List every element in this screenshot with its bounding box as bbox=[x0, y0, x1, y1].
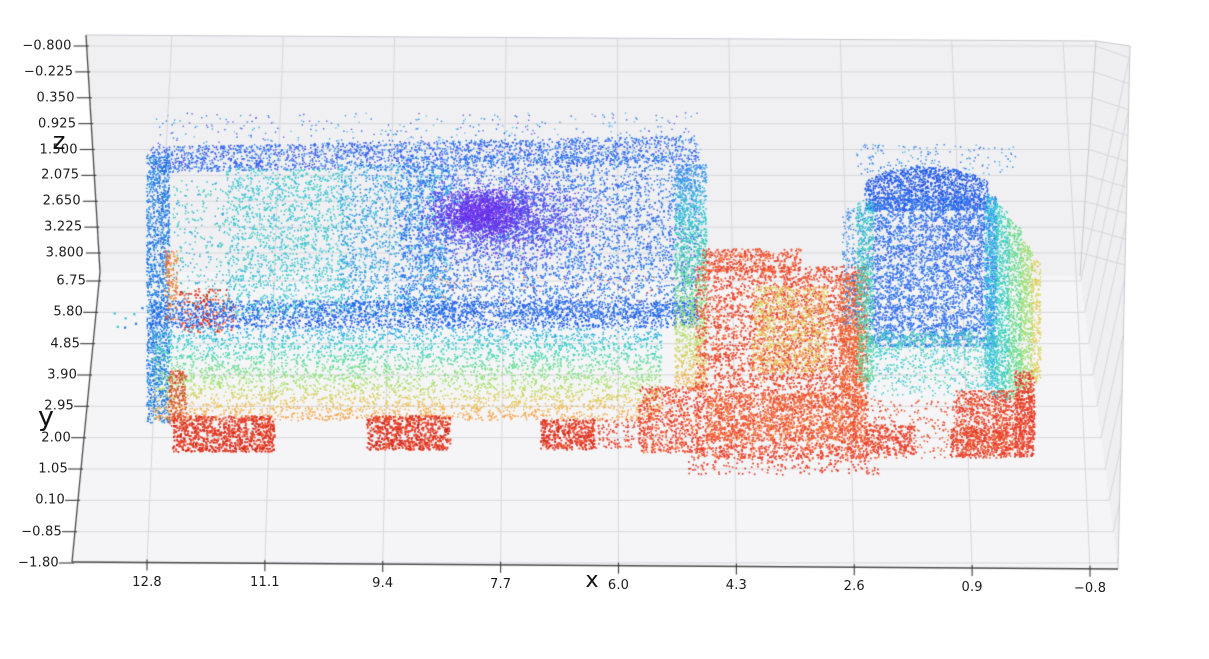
x-tick-label: 2.6 bbox=[843, 579, 865, 595]
z-tick-label: 2.075 bbox=[41, 167, 80, 183]
x-tick-label: 4.3 bbox=[725, 578, 748, 594]
x-tick-label: 7.7 bbox=[489, 576, 512, 592]
y-tick-label: −1.80 bbox=[18, 555, 59, 571]
y-tick-label: 3.90 bbox=[47, 367, 78, 383]
x-tick-label: −0.8 bbox=[1073, 580, 1107, 596]
y-tick-label: 6.75 bbox=[56, 273, 87, 289]
z-tick-label: −0.800 bbox=[22, 38, 72, 54]
y-axis-label: y bbox=[38, 401, 54, 433]
x-axis-label: x bbox=[585, 568, 599, 593]
3d-point-cloud-figure: −0.800 −0.225 0.350 0.925 1.500 2.075 2.650 3.2… bbox=[0, 0, 1209, 659]
z-tick-label: 2.650 bbox=[42, 193, 81, 209]
y-tick-label: −0.85 bbox=[21, 524, 62, 540]
point-cloud-canvas bbox=[0, 0, 1209, 659]
z-tick-label: 0.350 bbox=[36, 90, 75, 106]
x-tick-label: 0.9 bbox=[961, 580, 983, 596]
x-tick-label: 9.4 bbox=[372, 576, 394, 592]
y-tick-label: 4.85 bbox=[50, 336, 81, 352]
z-tick-label: 3.800 bbox=[45, 245, 84, 261]
x-tick-label: 6.0 bbox=[607, 577, 630, 593]
y-tick-label: 5.80 bbox=[53, 304, 84, 320]
z-tick-label: −0.225 bbox=[23, 64, 74, 80]
x-tick-label: 12.8 bbox=[132, 574, 162, 590]
y-tick-label: 1.05 bbox=[38, 461, 68, 477]
z-axis-label: z bbox=[52, 127, 66, 155]
x-tick-label: 11.1 bbox=[250, 575, 280, 591]
z-tick-label: 3.225 bbox=[44, 219, 83, 235]
y-tick-label: 0.10 bbox=[35, 492, 65, 508]
